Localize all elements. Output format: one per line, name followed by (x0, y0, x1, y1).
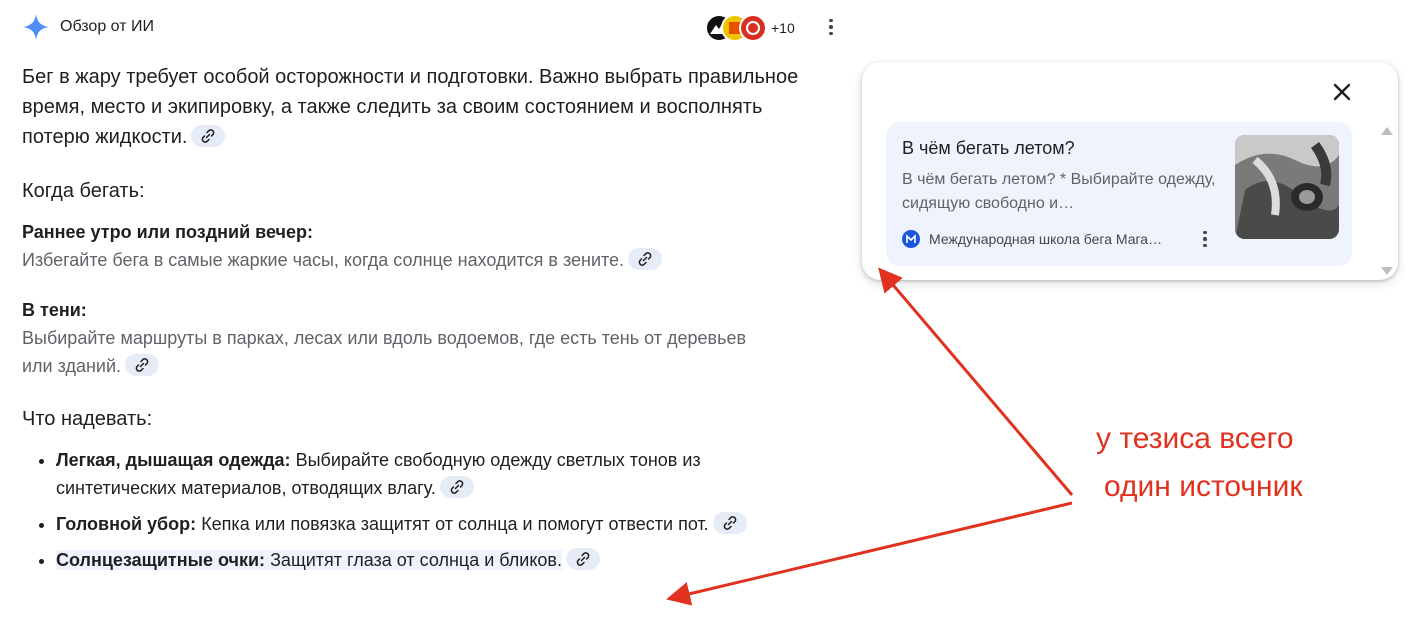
list-item-title: Легкая, дышащая одежда: (56, 450, 291, 470)
source-card-title[interactable]: В чём бегать летом? (902, 138, 1075, 159)
when-item-2: В тени: Выбирайте маршруты в парках, лес… (22, 296, 822, 380)
source-link-chip[interactable] (125, 354, 160, 377)
intro-paragraph: Бег в жару требует особой осторожности и… (22, 62, 822, 152)
close-button[interactable] (1328, 78, 1356, 106)
annotation-arrow-to-popup (878, 267, 1074, 496)
when-heading: Когда бегать: (22, 180, 145, 202)
source-card-more-button[interactable] (1194, 228, 1216, 250)
link-icon (202, 128, 215, 143)
link-icon (723, 516, 736, 531)
list-item: Головной убор: Кепка или повязка защитят… (56, 510, 796, 538)
source-thumbnail[interactable] (1235, 135, 1339, 239)
list-item-highlighted: Солнцезащитные очки: Защитят глаза от со… (56, 546, 796, 574)
list-item: Легкая, дышащая одежда: Выбирайте свобод… (56, 446, 796, 502)
ai-overview-header: Обзор от ИИ +10 (22, 12, 842, 42)
when-item-title: В тени: (22, 300, 87, 320)
site-favicon-icon (902, 230, 920, 248)
sources-more-count: +10 (771, 20, 795, 36)
list-item-text: Кепка или повязка защитят от солнца и по… (201, 514, 709, 534)
source-link-chip[interactable] (628, 248, 663, 271)
when-item-1: Раннее утро или поздний вечер: Избегайте… (22, 218, 822, 274)
scroll-down-arrow-icon[interactable] (1380, 266, 1394, 276)
source-avatar-3 (739, 14, 767, 42)
when-item-text-wrap: Избегайте бега в самые жаркие часы, когд… (22, 246, 822, 274)
highlighted-claim: Солнцезащитные очки: Защитят глаза от со… (56, 550, 562, 570)
when-item-title: Раннее утро или поздний вечер: (22, 222, 313, 242)
link-icon (450, 480, 464, 495)
link-icon (638, 252, 652, 267)
source-popup: В чём бегать летом? В чём бегать летом? … (862, 62, 1398, 280)
wear-heading: Что надевать: (22, 408, 153, 430)
gemini-spark-icon (23, 14, 49, 40)
list-item-title: Солнцезащитные очки: (56, 550, 266, 570)
close-icon (1333, 83, 1351, 101)
when-item-text-wrap: Выбирайте маршруты в парках, лесах или в… (22, 324, 762, 380)
source-card-snippet: В чём бегать летом? * Выбирайте одежду, … (902, 171, 1216, 212)
more-vert-icon (829, 18, 833, 36)
source-card[interactable]: В чём бегать летом? В чём бегать летом? … (886, 122, 1352, 266)
list-item-text: Защитят глаза от солнца и бликов. (270, 550, 562, 570)
ai-overview-content: Бег в жару требует особой осторожности и… (22, 62, 822, 574)
source-site-name: Международная школа бега Мага… (929, 231, 1163, 247)
when-item-text: Избегайте бега в самые жаркие часы, когд… (22, 250, 625, 270)
source-link-chip[interactable] (712, 512, 747, 535)
wear-list: Легкая, дышащая одежда: Выбирайте свобод… (22, 446, 796, 574)
intro-text: Бег в жару требует особой осторожности и… (22, 66, 799, 148)
source-link-chip[interactable] (191, 124, 226, 147)
scroll-up-arrow-icon[interactable] (1380, 126, 1394, 136)
annotation-text-line1: у тезиса всего (1096, 422, 1294, 455)
ai-overview-title: Обзор от ИИ (60, 18, 154, 35)
annotation-text-line2: один источник (1104, 470, 1303, 503)
link-icon (576, 552, 590, 567)
source-link-chip[interactable] (439, 476, 474, 499)
more-options-button[interactable] (818, 14, 844, 40)
link-icon (135, 358, 149, 373)
source-link-chip[interactable] (566, 548, 600, 571)
more-vert-icon (1203, 230, 1207, 248)
list-item-title: Головной убор: (56, 514, 197, 534)
